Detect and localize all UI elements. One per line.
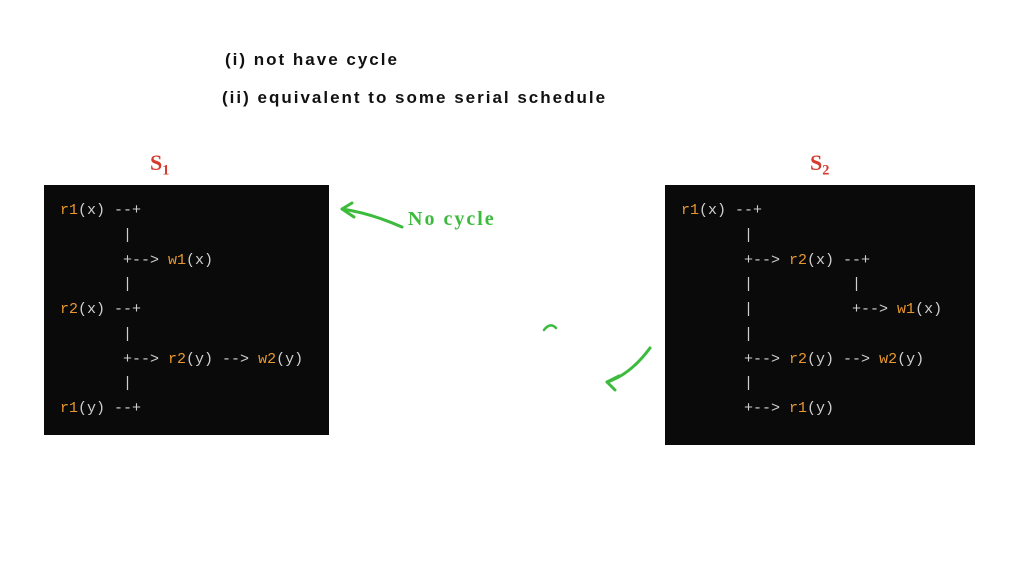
note-line-1: (i) not have cycle — [225, 50, 399, 70]
s1-sub: 1 — [162, 162, 169, 178]
schedule-1-label: S1 — [150, 150, 169, 179]
note-line-2: (ii) equivalent to some serial schedule — [222, 88, 607, 108]
no-cycle-annotation: No cycle — [408, 208, 496, 231]
s2-sub: 2 — [822, 162, 829, 178]
schedule-2-label: S2 — [810, 150, 829, 179]
arrow-no-cycle-icon — [330, 195, 410, 245]
s2-letter: S — [810, 150, 822, 175]
arrow-to-s2-icon — [595, 340, 665, 395]
green-mark-icon — [540, 320, 560, 336]
schedule-2-code: r1(x) --+ | +--> r2(x) --+ | | | +--> w1… — [665, 185, 975, 445]
s1-letter: S — [150, 150, 162, 175]
schedule-1-code: r1(x) --+ | +--> w1(x) | r2(x) --+ | +--… — [44, 185, 329, 435]
